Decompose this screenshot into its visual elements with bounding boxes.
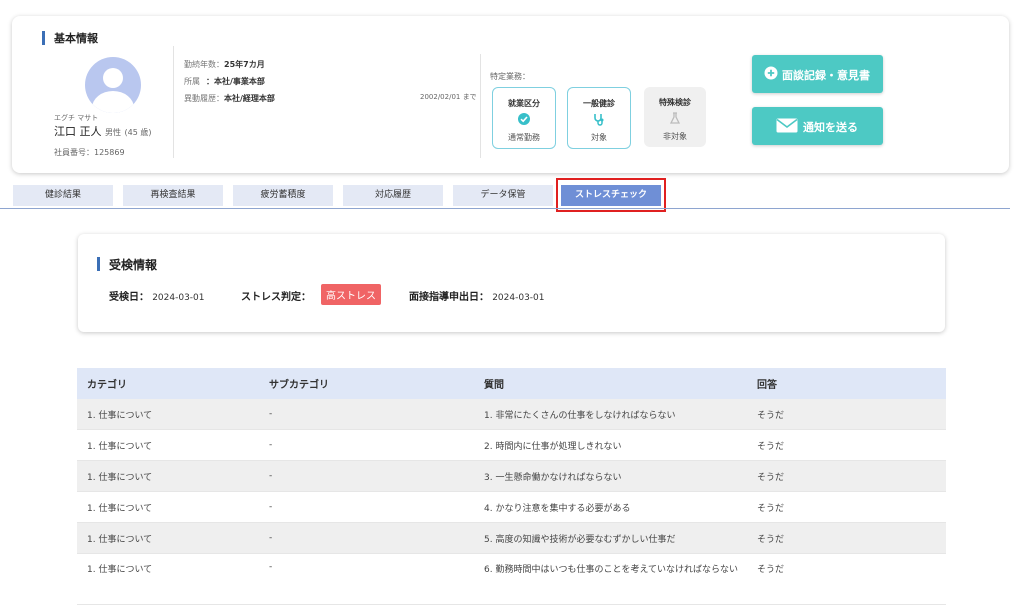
cell-answer: そうだ xyxy=(747,553,946,605)
general-checkup-title: 一般健診 xyxy=(583,99,615,108)
stress-judgment-label: ストレス判定： xyxy=(241,292,311,303)
gender: 男性 xyxy=(105,128,121,137)
cell-answer: そうだ xyxy=(747,491,946,523)
cell-question: 6. 勤務時間中はいつも仕事のことを考えていなければならない xyxy=(474,553,747,605)
exam-date-label: 受検日： xyxy=(109,292,149,303)
tab-checkup-results[interactable]: 健診結果 xyxy=(13,185,113,206)
exam-info-card: 受検情報 受検日： 2024-03-01 ストレス判定： 高ストレス 面接指導申… xyxy=(78,234,945,332)
interview-request-row: 面接指導申出日： 2024-03-01 xyxy=(409,288,545,303)
history-until: 2002/02/01 まで xyxy=(420,93,477,101)
header-category: カテゴリ xyxy=(77,368,259,399)
exam-date-row: 受検日： 2024-03-01 xyxy=(109,288,205,303)
check-circle-icon xyxy=(493,112,555,126)
general-checkup-box: 一般健診 対象 xyxy=(567,87,631,149)
table-row: 1. 仕事について - 1. 非常にたくさんの仕事をしなければならない そうだ xyxy=(77,399,946,430)
interview-record-button[interactable]: 面談記録・意見書 xyxy=(752,55,883,93)
table-header-row: カテゴリ サブカテゴリ 質問 回答 xyxy=(77,368,946,399)
table-row: 1. 仕事について - 4. かなり注意を集中する必要がある そうだ xyxy=(77,491,946,523)
employee-number: 社員番号：125869 xyxy=(54,148,125,157)
interview-record-label: 面談記録・意見書 xyxy=(782,69,870,82)
employee-name: 江口 正人 xyxy=(54,125,102,138)
stress-check-table: カテゴリ サブカテゴリ 質問 回答 1. 仕事について - 1. 非常にたくさん… xyxy=(77,368,946,605)
cell-question: 2. 時間内に仕事が処理しきれない xyxy=(474,429,747,461)
cell-question: 4. かなり注意を集中する必要がある xyxy=(474,491,747,523)
cell-category: 1. 仕事について xyxy=(77,460,259,492)
cell-answer: そうだ xyxy=(747,522,946,554)
cell-question: 3. 一生懸命働かなければならない xyxy=(474,460,747,492)
cell-subcategory: - xyxy=(259,553,474,605)
special-checkup-status: 非対象 xyxy=(663,132,687,141)
tab-data-storage[interactable]: データ保管 xyxy=(453,185,553,206)
employee-name-row: 江口 正人 男性 (45 歳) xyxy=(54,123,151,139)
cell-category: 1. 仕事について xyxy=(77,553,259,605)
basic-info-title: 基本情報 xyxy=(42,31,98,45)
envelope-icon xyxy=(776,118,798,136)
special-checkup-box: 特殊検診 非対象 xyxy=(644,87,706,147)
employment-type-title: 就業区分 xyxy=(508,99,540,108)
history-label: 異動履歴： xyxy=(184,94,224,103)
cell-question: 1. 非常にたくさんの仕事をしなければならない xyxy=(474,399,747,430)
tenure-value: 25年7カ月 xyxy=(224,60,265,69)
cell-subcategory: - xyxy=(259,460,474,492)
age: (45 歳) xyxy=(124,128,152,137)
cell-question: 5. 高度の知識や技術が必要なむずかしい仕事だ xyxy=(474,522,747,554)
header-subcategory: サブカテゴリ xyxy=(259,368,474,399)
tab-fatigue[interactable]: 疲労蓄積度 xyxy=(233,185,333,206)
cell-subcategory: - xyxy=(259,491,474,523)
send-notice-label: 通知を送る xyxy=(803,121,858,134)
header-answer: 回答 xyxy=(747,368,946,399)
table-row: 1. 仕事について - 5. 高度の知識や技術が必要なむずかしい仕事だ そうだ xyxy=(77,522,946,554)
employment-type-status: 通常勤務 xyxy=(508,133,540,142)
cell-answer: そうだ xyxy=(747,399,946,430)
cell-category: 1. 仕事について xyxy=(77,429,259,461)
tab-recheck-results[interactable]: 再検査結果 xyxy=(123,185,223,206)
cell-subcategory: - xyxy=(259,522,474,554)
table-row: 1. 仕事について - 3. 一生懸命働かなければならない そうだ xyxy=(77,460,946,492)
dept-value: ：本社/事業本部 xyxy=(206,77,265,86)
general-checkup-status: 対象 xyxy=(591,133,607,142)
cell-answer: そうだ xyxy=(747,429,946,461)
cell-subcategory: - xyxy=(259,429,474,461)
stethoscope-icon xyxy=(568,112,630,126)
employee-details: 勤続年数：25年7カ月 所属 ：本社/事業本部 異動履歴：本社/経理本部 xyxy=(184,56,275,107)
history-value: 本社/経理本部 xyxy=(224,94,275,103)
cell-category: 1. 仕事について xyxy=(77,522,259,554)
cell-category: 1. 仕事について xyxy=(77,399,259,430)
active-tab-highlight xyxy=(556,178,666,212)
cell-category: 1. 仕事について xyxy=(77,491,259,523)
send-notice-button[interactable]: 通知を送る xyxy=(752,107,883,145)
special-work-label: 特定業務： xyxy=(490,72,530,81)
interview-request-value: 2024-03-01 xyxy=(492,293,545,303)
exam-info-title: 受検情報 xyxy=(96,257,158,272)
avatar xyxy=(85,57,141,113)
employment-type-box: 就業区分 通常勤務 xyxy=(492,87,556,149)
plus-circle-icon xyxy=(764,66,778,83)
divider xyxy=(173,46,174,158)
table-row: 1. 仕事について - 2. 時間内に仕事が処理しきれない そうだ xyxy=(77,429,946,461)
table-row: 1. 仕事について - 6. 勤務時間中はいつも仕事のことを考えていなければなら… xyxy=(77,553,946,605)
furigana: エグチ マサト xyxy=(54,114,99,122)
tenure-label: 勤続年数： xyxy=(184,60,224,69)
special-checkup-title: 特殊検診 xyxy=(659,98,691,107)
cell-subcategory: - xyxy=(259,399,474,430)
tabs-underline xyxy=(0,208,1010,209)
cell-answer: そうだ xyxy=(747,460,946,492)
basic-info-card: 基本情報 エグチ マサト 江口 正人 男性 (45 歳) 社員番号：125869… xyxy=(12,16,1009,173)
header-question: 質問 xyxy=(474,368,747,399)
divider xyxy=(480,54,481,158)
interview-request-label: 面接指導申出日： xyxy=(409,292,489,303)
exam-date-value: 2024-03-01 xyxy=(152,293,205,303)
tab-response-history[interactable]: 対応履歴 xyxy=(343,185,443,206)
stress-judgment-badge: 高ストレス xyxy=(321,284,381,305)
flask-icon xyxy=(644,111,706,125)
dept-label: 所属 xyxy=(184,77,200,86)
